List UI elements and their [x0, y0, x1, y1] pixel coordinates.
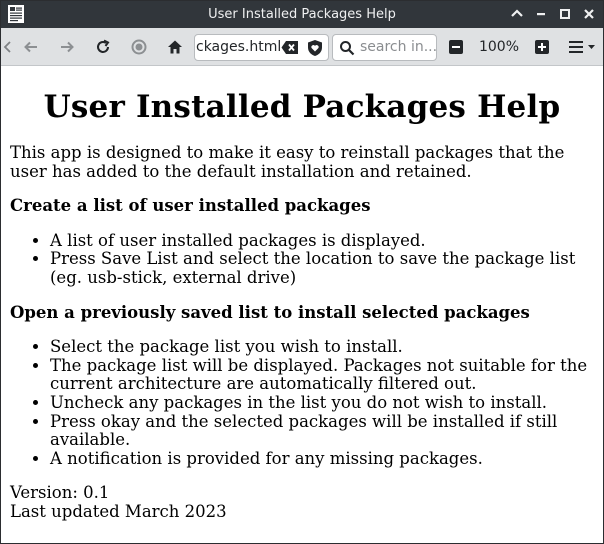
title-bar[interactable]: User Installed Packages Help: [1, 1, 603, 28]
url-text[interactable]: ckages.html: [196, 35, 281, 60]
section-open-list: Select the package list you wish to inst…: [10, 338, 594, 468]
arrow-right-icon: [61, 41, 74, 53]
list-item: A notification is provided for any missi…: [50, 449, 594, 469]
search-icon: [339, 40, 355, 56]
hamburger-menu-icon: [569, 41, 595, 53]
close-icon[interactable]: [580, 5, 598, 23]
last-updated-text: Last updated March 2023: [10, 501, 227, 521]
zoom-in-button[interactable]: [531, 36, 553, 58]
list-item: Press okay and the selected packages wil…: [50, 412, 594, 450]
reload-icon: [97, 39, 110, 53]
minimize-icon[interactable]: [532, 5, 550, 23]
page-heading: User Installed Packages Help: [43, 89, 561, 125]
reload-button[interactable]: [92, 36, 114, 58]
list-item: A list of user installed packages is dis…: [50, 231, 594, 251]
intro-paragraph: This app is designed to make it easy to …: [10, 143, 565, 181]
zoom-level[interactable]: 100%: [472, 36, 526, 58]
toolbar-overflow-icon[interactable]: [2, 36, 12, 58]
maximize-icon[interactable]: [556, 5, 574, 23]
plus-icon: [535, 40, 549, 54]
list-item: The package list will be displayed. Pack…: [50, 356, 594, 394]
version-text: Version: 0.1: [10, 483, 110, 503]
section-create-list: A list of user installed packages is dis…: [10, 231, 594, 288]
browser-window: User Installed Packages Help ckages.html…: [0, 0, 604, 544]
url-bar[interactable]: ckages.html: [194, 34, 329, 61]
list-item: Select the package list you wish to inst…: [50, 338, 594, 357]
keep-above-icon[interactable]: [508, 5, 526, 23]
arrow-left-icon: [24, 41, 37, 53]
list-item: Uncheck any packages in the list you do …: [50, 393, 594, 413]
list-item: Press Save List and select the location …: [50, 250, 594, 287]
stop-icon: [131, 39, 147, 55]
page-content: User Installed Packages Help This app is…: [1, 66, 603, 543]
search-placeholder[interactable]: search in...: [360, 35, 436, 60]
back-button[interactable]: [20, 36, 42, 58]
home-button[interactable]: [164, 36, 186, 58]
shield-heart-icon[interactable]: [306, 39, 324, 57]
minus-icon: [449, 40, 463, 54]
backspace-icon[interactable]: [281, 40, 299, 55]
search-field[interactable]: search in...: [332, 34, 437, 61]
forward-button[interactable]: [56, 36, 78, 58]
section-create-title: Create a list of user installed packages: [10, 196, 371, 216]
version-info: Version: 0.1 Last updated March 2023: [10, 484, 594, 521]
stop-button[interactable]: [128, 36, 150, 58]
zoom-out-button[interactable]: [445, 36, 467, 58]
home-icon: [168, 40, 182, 54]
browser-toolbar: ckages.html search in... 100%: [1, 28, 603, 66]
hamburger-menu-button[interactable]: [567, 36, 599, 58]
section-open-title: Open a previously saved list to install …: [10, 302, 530, 322]
